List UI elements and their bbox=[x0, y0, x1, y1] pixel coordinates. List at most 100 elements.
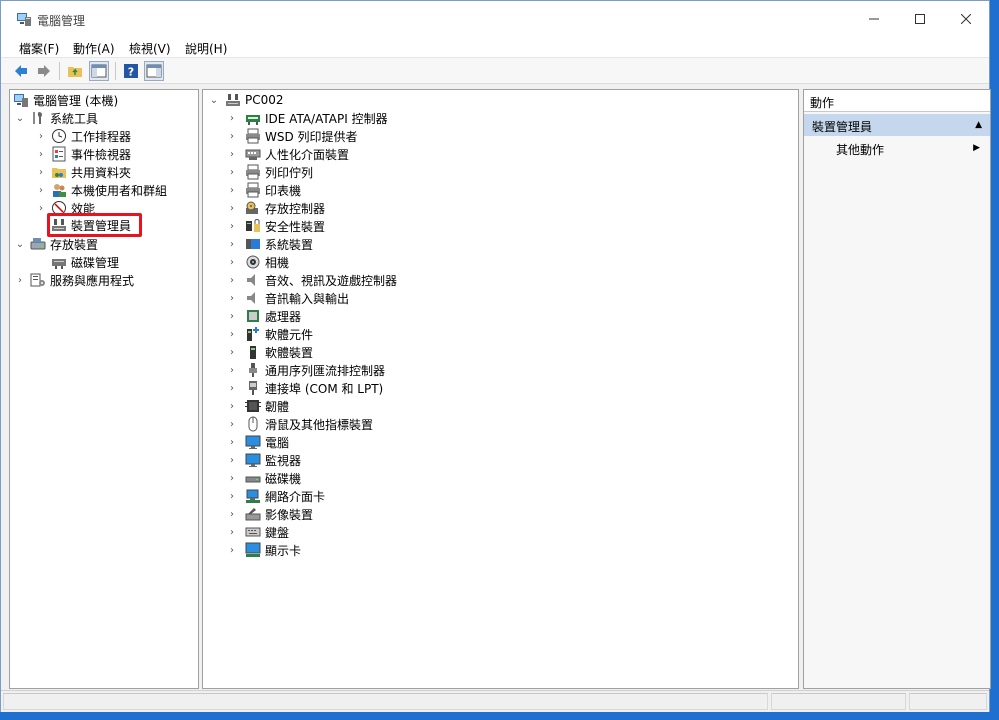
device-category-row[interactable]: › 磁碟機 bbox=[227, 469, 301, 487]
chevron-right-icon[interactable]: › bbox=[227, 167, 237, 178]
chevron-right-icon[interactable]: › bbox=[227, 347, 237, 358]
chevron-down-icon[interactable]: ⌄ bbox=[15, 113, 25, 124]
device-category-row[interactable]: › IDE ATA/ATAPI 控制器 bbox=[227, 109, 388, 127]
tree-item-task-scheduler[interactable]: › 工作排程器 bbox=[36, 127, 131, 145]
device-tree-root[interactable]: ⌄ PC002 bbox=[209, 91, 284, 109]
tree-item-shared-folders[interactable]: › 共用資料夾 bbox=[36, 163, 131, 181]
chevron-right-icon[interactable]: › bbox=[227, 221, 237, 232]
device-category-row[interactable]: › 相機 bbox=[227, 253, 289, 271]
chevron-right-icon[interactable]: › bbox=[227, 437, 237, 448]
device-category-row[interactable]: › 監視器 bbox=[227, 451, 301, 469]
chevron-right-icon[interactable]: › bbox=[227, 275, 237, 286]
chevron-right-icon[interactable]: › bbox=[227, 329, 237, 340]
menu-action[interactable]: 動作(A) bbox=[73, 40, 115, 57]
chevron-right-icon[interactable]: › bbox=[227, 545, 237, 556]
chevron-right-icon[interactable]: › bbox=[36, 149, 46, 160]
device-category-row[interactable]: › 連接埠 (COM 和 LPT) bbox=[227, 379, 383, 397]
chevron-right-icon[interactable]: › bbox=[36, 203, 46, 214]
computer-management-icon bbox=[13, 92, 29, 108]
tree-item-disk-management[interactable]: 磁碟管理 bbox=[51, 253, 119, 271]
tree-item-device-manager[interactable]: 裝置管理員 bbox=[51, 216, 131, 234]
chevron-right-icon[interactable]: › bbox=[227, 131, 237, 142]
chevron-right-icon[interactable]: › bbox=[36, 185, 46, 196]
device-category-row[interactable]: › 鍵盤 bbox=[227, 523, 289, 541]
chevron-right-icon[interactable]: › bbox=[15, 275, 25, 286]
tree-item-system-tools[interactable]: ⌄ 系統工具 bbox=[15, 109, 98, 127]
mouse-icon bbox=[245, 416, 261, 432]
chevron-right-icon[interactable]: › bbox=[227, 527, 237, 538]
chevron-right-icon[interactable]: › bbox=[227, 113, 237, 124]
tree-item-storage[interactable]: ⌄ 存放裝置 bbox=[15, 235, 98, 253]
chevron-right-icon[interactable]: › bbox=[227, 203, 237, 214]
chevron-right-icon[interactable]: › bbox=[36, 131, 46, 142]
menu-file[interactable]: 檔案(F) bbox=[19, 40, 59, 57]
tree-root[interactable]: 電腦管理 (本機) bbox=[13, 91, 118, 109]
device-category-row[interactable]: › 處理器 bbox=[227, 307, 301, 325]
chevron-right-icon[interactable]: › bbox=[227, 185, 237, 196]
device-category-row[interactable]: › 電腦 bbox=[227, 433, 289, 451]
device-category-label: 影像裝置 bbox=[265, 507, 314, 522]
tree-item-event-viewer[interactable]: › 事件檢視器 bbox=[36, 145, 131, 163]
chevron-right-icon[interactable]: › bbox=[227, 455, 237, 466]
tree-item-services-apps[interactable]: › 服務與應用程式 bbox=[15, 271, 134, 289]
hid-icon bbox=[245, 146, 261, 162]
device-category-row[interactable]: › 人性化介面裝置 bbox=[227, 145, 349, 163]
device-category-row[interactable]: › 系統裝置 bbox=[227, 235, 313, 253]
toolbar-separator bbox=[59, 62, 60, 80]
device-category-row[interactable]: › 存放控制器 bbox=[227, 199, 325, 217]
menu-view[interactable]: 檢視(V) bbox=[129, 40, 171, 57]
device-category-row[interactable]: › 安全性裝置 bbox=[227, 217, 325, 235]
device-category-label: 人性化介面裝置 bbox=[265, 147, 350, 162]
chevron-right-icon[interactable]: › bbox=[227, 509, 237, 520]
device-category-row[interactable]: › 通用序列匯流排控制器 bbox=[227, 361, 385, 379]
tree-label: 系統工具 bbox=[50, 111, 99, 126]
device-category-row[interactable]: › 顯示卡 bbox=[227, 541, 301, 559]
device-category-row[interactable]: › WSD 列印提供者 bbox=[227, 127, 358, 145]
action-item-more-actions[interactable]: 其他動作 ▶ bbox=[804, 138, 990, 158]
chevron-right-icon[interactable]: › bbox=[227, 149, 237, 160]
printer-icon bbox=[245, 182, 261, 198]
device-category-label: 網路介面卡 bbox=[265, 489, 326, 504]
chevron-right-icon[interactable]: › bbox=[227, 311, 237, 322]
chevron-right-icon[interactable]: › bbox=[36, 167, 46, 178]
device-category-row[interactable]: › 印表機 bbox=[227, 181, 301, 199]
device-category-row[interactable]: › 軟體元件 bbox=[227, 325, 313, 343]
svg-text:?: ? bbox=[128, 66, 134, 79]
device-category-row[interactable]: › 韌體 bbox=[227, 397, 289, 415]
tree-item-local-users[interactable]: › 本機使用者和群組 bbox=[36, 181, 167, 199]
show-hide-tree-icon[interactable] bbox=[89, 61, 109, 81]
chevron-right-icon[interactable]: › bbox=[227, 473, 237, 484]
camera-icon bbox=[245, 254, 261, 270]
submenu-arrow-icon: ▶ bbox=[973, 143, 980, 153]
chevron-down-icon[interactable]: ⌄ bbox=[209, 95, 219, 106]
up-folder-icon[interactable] bbox=[65, 61, 85, 81]
device-category-row[interactable]: › 音效、視訊及遊戲控制器 bbox=[227, 271, 397, 289]
forward-icon[interactable] bbox=[34, 61, 54, 81]
menu-help[interactable]: 說明(H) bbox=[185, 40, 227, 57]
help-icon[interactable]: ? bbox=[121, 61, 141, 81]
device-category-row[interactable]: › 影像裝置 bbox=[227, 505, 313, 523]
collapse-up-icon[interactable]: ▲ bbox=[975, 120, 982, 132]
chevron-right-icon[interactable]: › bbox=[227, 401, 237, 412]
chevron-right-icon[interactable]: › bbox=[227, 257, 237, 268]
device-category-row[interactable]: › 網路介面卡 bbox=[227, 487, 325, 505]
toolbar-separator bbox=[115, 62, 116, 80]
chevron-right-icon[interactable]: › bbox=[227, 239, 237, 250]
tree-label: 磁碟管理 bbox=[71, 255, 120, 270]
device-category-row[interactable]: › 列印佇列 bbox=[227, 163, 313, 181]
chevron-right-icon[interactable]: › bbox=[227, 293, 237, 304]
device-category-row[interactable]: › 滑鼠及其他指標裝置 bbox=[227, 415, 373, 433]
chevron-right-icon[interactable]: › bbox=[227, 383, 237, 394]
close-button[interactable] bbox=[943, 1, 989, 37]
show-hide-action-pane-icon[interactable] bbox=[144, 61, 164, 81]
maximize-button[interactable] bbox=[897, 1, 943, 37]
device-category-row[interactable]: › 軟體裝置 bbox=[227, 343, 313, 361]
back-icon[interactable] bbox=[11, 61, 31, 81]
chevron-right-icon[interactable]: › bbox=[227, 365, 237, 376]
chevron-right-icon[interactable]: › bbox=[227, 491, 237, 502]
chevron-down-icon[interactable]: ⌄ bbox=[15, 239, 25, 250]
chevron-right-icon[interactable]: › bbox=[227, 419, 237, 430]
minimize-button[interactable] bbox=[851, 1, 897, 37]
action-section-device-manager[interactable]: 裝置管理員 ▲ bbox=[804, 114, 990, 136]
device-category-row[interactable]: › 音訊輸入與輸出 bbox=[227, 289, 349, 307]
